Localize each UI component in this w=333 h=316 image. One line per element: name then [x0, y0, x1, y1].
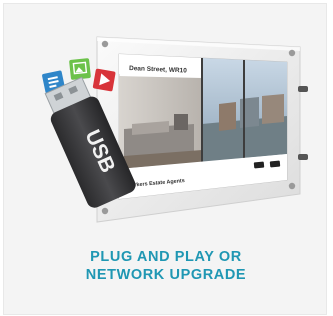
standoff-screw: [288, 49, 296, 57]
standoff-screw: [101, 207, 109, 215]
display-screen: Dean Street, WR10 Parkers Estate Agents: [118, 53, 288, 200]
feature-card: Dean Street, WR10 Parkers Estate Agents: [3, 3, 327, 315]
usb-upgrade-illustration: Dean Street, WR10 Parkers Estate Agents: [42, 36, 308, 223]
image-icon: [69, 58, 91, 80]
car-icon: [253, 161, 265, 169]
feature-caption: PLUG AND PLAY OR NETWORK UPGRADE: [4, 248, 326, 284]
caption-line-1: PLUG AND PLAY OR: [90, 249, 242, 265]
standoff-screw: [101, 40, 109, 48]
caption-line-2: NETWORK UPGRADE: [85, 267, 247, 283]
video-icon: [92, 68, 116, 92]
display-panel: Dean Street, WR10 Parkers Estate Agents: [96, 36, 308, 223]
standoff-screw: [288, 182, 296, 190]
mounting-clip: [298, 86, 308, 92]
mounting-clip: [298, 154, 308, 160]
bed-icon: [269, 160, 281, 168]
